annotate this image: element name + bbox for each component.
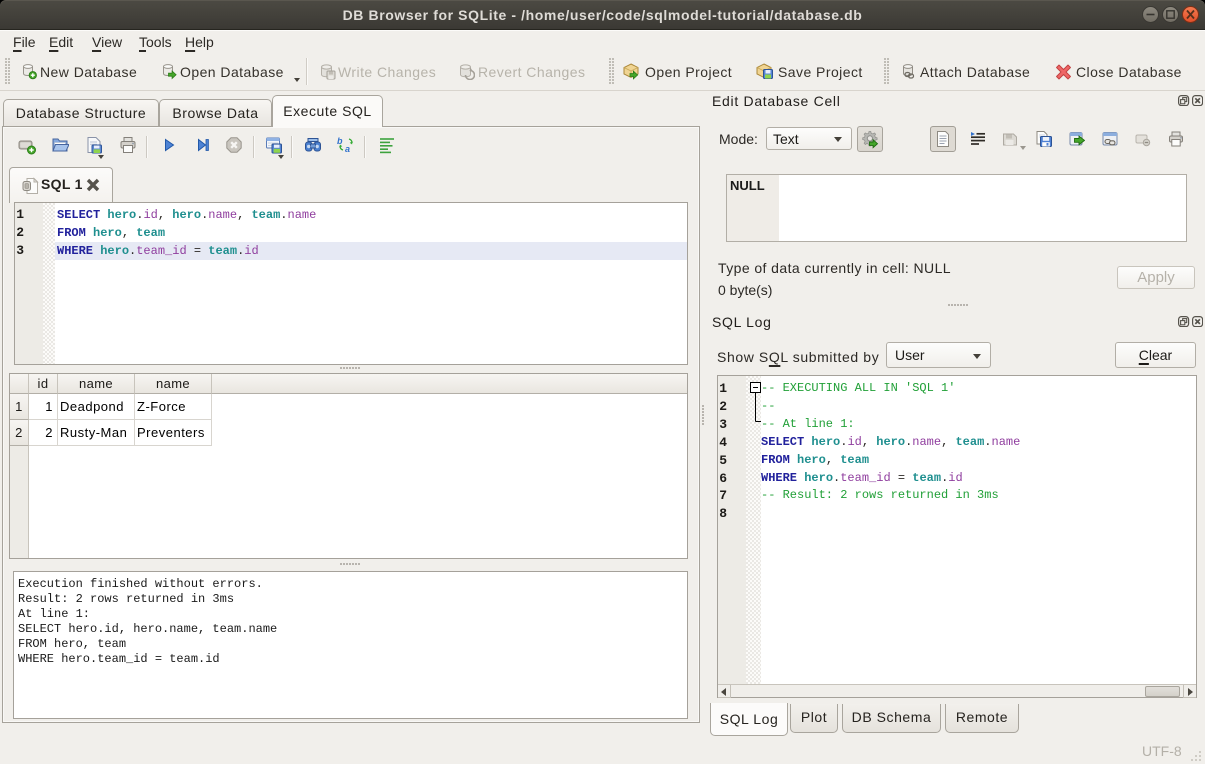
svg-text:b: b	[337, 136, 343, 146]
svg-text:a: a	[345, 144, 350, 154]
